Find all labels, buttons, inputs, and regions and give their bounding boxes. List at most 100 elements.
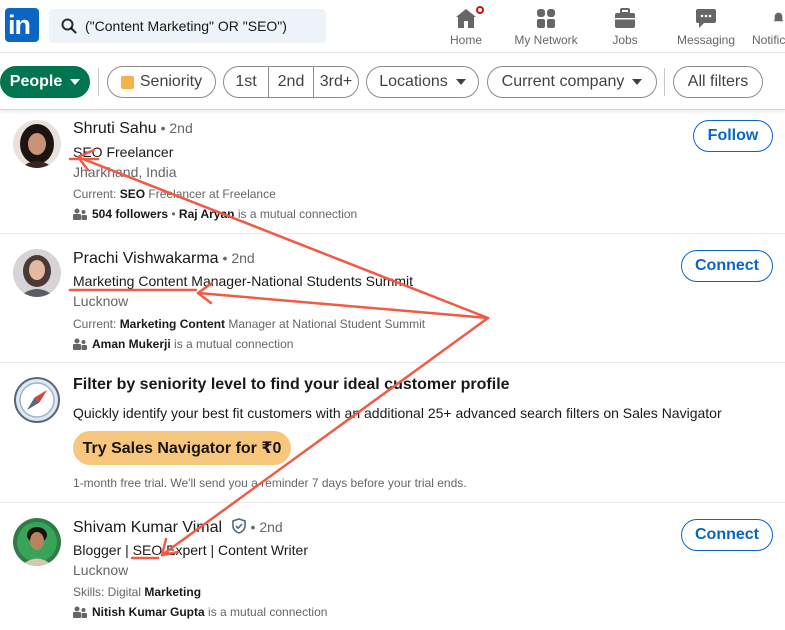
people-filter-label: People bbox=[9, 73, 63, 90]
nav-home[interactable]: Home bbox=[442, 4, 490, 52]
promo-trial-note: 1-month free trial. We'll send you a rem… bbox=[73, 476, 467, 490]
mutual-connection-name[interactable]: Aman Mukerji bbox=[92, 337, 171, 351]
result-social-proof: Nitish Kumar Gupta is a mutual connectio… bbox=[73, 605, 327, 619]
connection-degree: • 2nd bbox=[160, 120, 193, 136]
seniority-filter-button[interactable]: Seniority bbox=[107, 66, 216, 98]
filter-3rd-plus[interactable]: 3rd+ bbox=[313, 67, 358, 97]
avatar[interactable] bbox=[13, 249, 61, 297]
current-rest: Manager at National Student Summit bbox=[225, 317, 426, 331]
profile-photo bbox=[13, 120, 61, 168]
promo-description: Quickly identify your best fit customers… bbox=[73, 405, 722, 421]
seniority-filter-label: Seniority bbox=[139, 73, 203, 90]
search-icon bbox=[61, 18, 77, 34]
search-box[interactable] bbox=[49, 9, 326, 43]
current-company-filter-label: Current company bbox=[501, 73, 625, 90]
result-social-proof: Aman Mukerji is a mutual connection bbox=[73, 337, 293, 351]
connection-degree: • 2nd bbox=[250, 519, 283, 535]
avatar[interactable] bbox=[13, 120, 61, 168]
try-sales-navigator-button[interactable]: Try Sales Navigator for ₹0 bbox=[73, 431, 291, 465]
search-result-row: Shivam Kumar Vimal • 2nd Blogger | SEO E… bbox=[0, 503, 785, 630]
linkedin-logo-icon: in bbox=[8, 10, 31, 40]
people-icon bbox=[73, 338, 87, 350]
briefcase-icon bbox=[615, 8, 635, 28]
result-current-role: Current: SEO Freelancer at Freelance bbox=[73, 187, 276, 201]
connect-button[interactable]: Connect bbox=[681, 519, 773, 551]
verified-shield-icon bbox=[231, 518, 246, 534]
result-name[interactable]: Shruti Sahu • 2nd bbox=[73, 120, 193, 138]
profile-photo bbox=[13, 518, 61, 566]
notification-badge bbox=[474, 4, 486, 16]
bell-icon bbox=[773, 12, 784, 22]
all-filters-label: All filters bbox=[687, 73, 749, 90]
mutual-connection-text: is a mutual connection bbox=[204, 605, 328, 619]
caret-down-icon bbox=[70, 79, 81, 85]
network-icon bbox=[537, 9, 555, 28]
followers-count: 504 followers bbox=[92, 207, 169, 221]
search-input[interactable] bbox=[85, 9, 320, 43]
filter-2nd[interactable]: 2nd bbox=[268, 67, 313, 97]
caret-down-icon bbox=[455, 79, 466, 85]
result-name-text[interactable]: Shruti Sahu bbox=[73, 120, 157, 137]
nav-my-network[interactable]: My Network bbox=[509, 4, 583, 52]
search-result-row: Shruti Sahu • 2nd SEO Freelancer Jharkhan… bbox=[0, 111, 785, 234]
current-prefix: Current: bbox=[73, 187, 120, 201]
filter-divider bbox=[98, 68, 99, 96]
all-filters-button[interactable]: All filters bbox=[673, 66, 763, 98]
result-social-proof: 504 followers • Raj Aryan is a mutual co… bbox=[73, 207, 357, 221]
nav-messaging-label: Messaging bbox=[676, 33, 736, 47]
compass-icon bbox=[14, 377, 60, 423]
skills-prefix: Skills: Digital bbox=[73, 585, 145, 599]
mutual-connection-text: is a mutual connection bbox=[234, 207, 358, 221]
nav-messaging[interactable]: Messaging bbox=[676, 4, 736, 52]
result-name[interactable]: Shivam Kumar Vimal • 2nd bbox=[73, 518, 283, 537]
connect-button[interactable]: Connect bbox=[681, 250, 773, 282]
messaging-icon bbox=[696, 9, 716, 28]
people-icon bbox=[73, 606, 87, 618]
follow-button[interactable]: Follow bbox=[693, 120, 773, 152]
result-headline: Marketing Content Manager-National Stude… bbox=[73, 273, 414, 289]
promo-title: Filter by seniority level to find your i… bbox=[73, 376, 510, 393]
current-rest: Freelancer at Freelance bbox=[145, 187, 276, 201]
current-company-filter-button[interactable]: Current company bbox=[487, 66, 657, 98]
result-current-role: Current: Marketing Content Manager at Na… bbox=[73, 317, 425, 331]
connection-degree-filter: 1st 2nd 3rd+ bbox=[223, 66, 359, 98]
search-result-row: Prachi Vishwakarma • 2nd Marketing Conten… bbox=[0, 234, 785, 363]
result-name-text[interactable]: Prachi Vishwakarma bbox=[73, 250, 219, 267]
caret-down-icon bbox=[632, 79, 643, 85]
nav-jobs-label: Jobs bbox=[612, 33, 638, 47]
nav-notifications-label: Notific bbox=[752, 33, 785, 47]
filter-divider bbox=[664, 68, 665, 96]
result-location: Jharkhand, India bbox=[73, 164, 177, 180]
nav-jobs[interactable]: Jobs bbox=[605, 4, 645, 52]
locations-filter-label: Locations bbox=[379, 73, 448, 90]
top-nav: in Home My Network bbox=[0, 0, 785, 53]
filter-bar: People Seniority 1st 2nd 3rd+ Locations … bbox=[0, 54, 785, 110]
current-keyword: SEO bbox=[119, 187, 146, 201]
current-keyword: Marketing Content bbox=[119, 317, 226, 331]
people-filter-button[interactable]: People bbox=[0, 66, 90, 98]
nav-notifications[interactable]: Notific bbox=[752, 4, 785, 52]
result-headline: SEO Freelancer bbox=[73, 144, 174, 160]
premium-icon bbox=[120, 75, 134, 89]
result-name-text[interactable]: Shivam Kumar Vimal bbox=[73, 519, 222, 536]
result-headline: Blogger | SEO Expert | Content Writer bbox=[73, 542, 308, 558]
mutual-connection-text: is a mutual connection bbox=[170, 337, 294, 351]
current-prefix: Current: bbox=[73, 317, 120, 331]
locations-filter-button[interactable]: Locations bbox=[366, 66, 479, 98]
connection-degree: • 2nd bbox=[222, 250, 255, 266]
nav-home-label: Home bbox=[449, 33, 482, 47]
mutual-connection-name[interactable]: Nitish Kumar Gupta bbox=[92, 605, 205, 619]
filter-1st[interactable]: 1st bbox=[224, 67, 268, 97]
profile-photo bbox=[13, 249, 61, 297]
people-icon bbox=[73, 208, 87, 220]
linkedin-logo[interactable]: in bbox=[5, 8, 39, 42]
mutual-connection-name[interactable]: Raj Aryan bbox=[179, 207, 235, 221]
nav-my-network-label: My Network bbox=[514, 33, 578, 47]
social-separator: • bbox=[168, 207, 179, 221]
avatar[interactable] bbox=[13, 518, 61, 566]
result-location: Lucknow bbox=[73, 293, 129, 309]
result-skills: Skills: Digital Marketing bbox=[73, 585, 201, 599]
result-location: Lucknow bbox=[73, 562, 129, 578]
result-name[interactable]: Prachi Vishwakarma • 2nd bbox=[73, 250, 255, 268]
skills-keyword: Marketing bbox=[144, 585, 202, 599]
